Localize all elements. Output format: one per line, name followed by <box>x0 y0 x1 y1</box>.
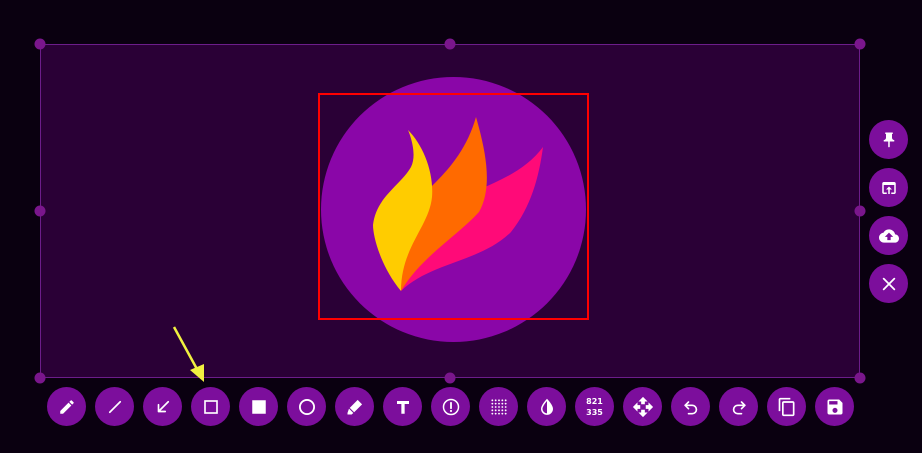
invert-tool-button[interactable] <box>527 387 566 426</box>
marker-icon <box>347 399 362 414</box>
resize-handle-top-right[interactable] <box>854 38 866 50</box>
arrow-tool-button[interactable] <box>143 387 182 426</box>
pencil-icon <box>59 399 74 414</box>
pencil-tool-button[interactable] <box>47 387 86 426</box>
resize-handle-left[interactable] <box>34 205 46 217</box>
cloud-upload-icon <box>878 228 899 243</box>
copy-button[interactable] <box>767 387 806 426</box>
pin-icon <box>883 132 894 147</box>
circle-icon <box>298 398 315 415</box>
rectangle-outline-icon <box>203 399 218 414</box>
arrow-icon <box>157 400 169 412</box>
resize-handle-right[interactable] <box>854 205 866 217</box>
rectangle-outline-tool-button[interactable] <box>191 387 230 426</box>
selection-size-counter: 821 335 <box>586 396 603 418</box>
redo-button[interactable] <box>719 387 758 426</box>
copy-icon <box>778 397 794 416</box>
resize-handle-top-left[interactable] <box>34 38 46 50</box>
selection-width: 821 <box>586 396 603 406</box>
line-icon <box>108 400 121 413</box>
exclamation-circle-icon <box>442 398 459 415</box>
save-button[interactable] <box>815 387 854 426</box>
resize-handle-bottom[interactable] <box>444 372 456 384</box>
open-with-app-button[interactable] <box>869 168 908 207</box>
marker-tool-button[interactable] <box>335 387 374 426</box>
pin-button[interactable] <box>869 120 908 159</box>
line-tool-button[interactable] <box>95 387 134 426</box>
undo-button[interactable] <box>671 387 710 426</box>
pixelate-icon <box>490 398 507 415</box>
pointer-arrow-annotation <box>172 326 204 382</box>
resize-handle-bottom-left[interactable] <box>34 372 46 384</box>
save-icon <box>827 399 842 414</box>
close-icon <box>882 277 895 290</box>
circle-tool-button[interactable] <box>287 387 326 426</box>
marker-number-tool-button[interactable] <box>431 387 470 426</box>
move-icon <box>632 396 653 417</box>
rectangle-filled-tool-button[interactable] <box>239 387 278 426</box>
resize-handle-bottom-right[interactable] <box>854 372 866 384</box>
annotation-rectangle[interactable] <box>318 93 589 320</box>
undo-icon <box>683 400 697 414</box>
text-icon <box>396 400 409 414</box>
text-tool-button[interactable] <box>383 387 422 426</box>
invert-icon <box>540 398 553 415</box>
redo-icon <box>732 400 746 414</box>
selection-size-button[interactable]: 821 335 <box>575 387 614 426</box>
selection-height: 335 <box>586 407 603 417</box>
move-button[interactable] <box>623 387 662 426</box>
resize-handle-top[interactable] <box>444 38 456 50</box>
rectangle-filled-icon <box>251 399 266 414</box>
open-with-app-icon <box>881 181 896 194</box>
close-button[interactable] <box>869 264 908 303</box>
pixelate-tool-button[interactable] <box>479 387 518 426</box>
upload-button[interactable] <box>869 216 908 255</box>
